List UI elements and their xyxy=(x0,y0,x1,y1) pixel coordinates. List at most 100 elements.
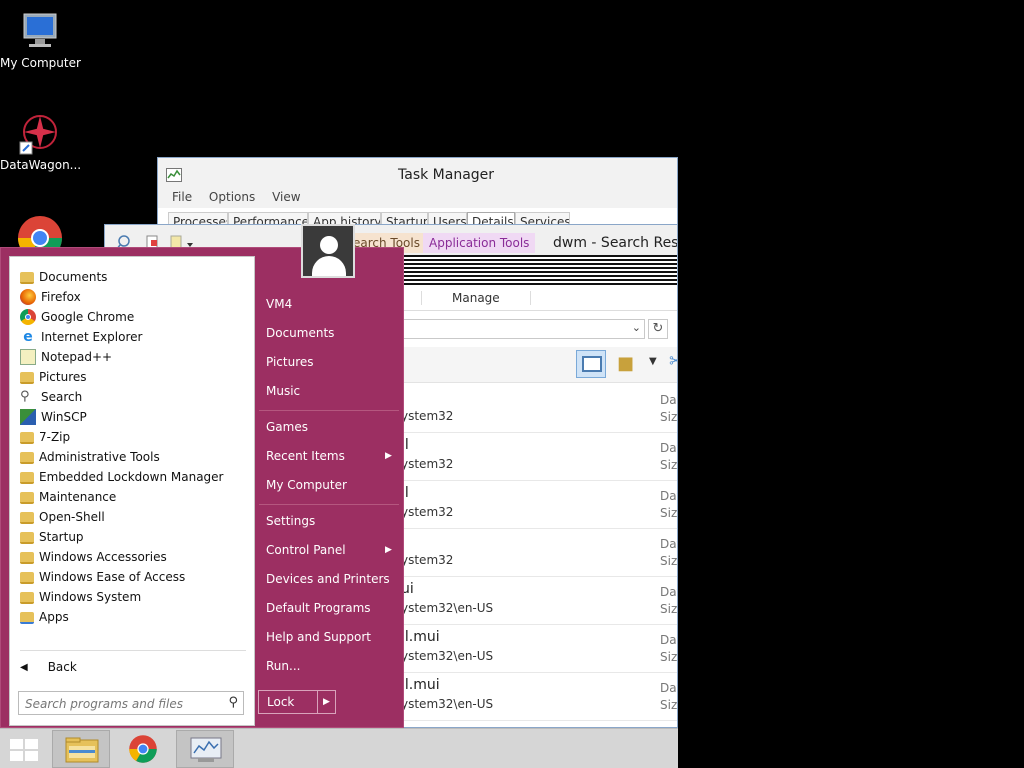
program-7zip[interactable]: 7-Zip xyxy=(20,427,70,447)
file-date-label: Dat xyxy=(660,489,677,503)
search-icon[interactable]: ⚲ xyxy=(228,695,238,710)
scissors-icon[interactable]: ✂ xyxy=(669,351,677,372)
start-menu-settings[interactable]: Settings xyxy=(266,514,315,528)
chevron-down-icon[interactable]: ⌄ xyxy=(632,321,641,334)
computer-icon xyxy=(23,13,57,47)
divider xyxy=(20,650,246,651)
start-menu-my-computer[interactable]: My Computer xyxy=(266,478,347,492)
program-documents[interactable]: Documents xyxy=(20,267,107,287)
file-path: ystem32 xyxy=(401,409,454,423)
file-path: ystem32\en-US xyxy=(401,601,494,615)
shutdown-options-button[interactable]: ▶ xyxy=(317,690,336,714)
program-label: Firefox xyxy=(41,290,81,304)
program-open-shell[interactable]: Open-Shell xyxy=(20,507,105,527)
chevron-down-icon[interactable]: ▼ xyxy=(649,356,657,367)
details-pane-button[interactable] xyxy=(576,350,606,378)
start-menu-games[interactable]: Games xyxy=(266,420,308,434)
program-firefox[interactable]: Firefox xyxy=(20,287,81,307)
task-manager-icon xyxy=(166,168,182,182)
program-label: Maintenance xyxy=(39,490,117,504)
taskbar-task-manager[interactable] xyxy=(176,730,234,768)
search-icon: ⚲ xyxy=(20,389,30,404)
file-explorer-icon xyxy=(65,737,99,763)
chrome-icon xyxy=(129,735,157,763)
tab-application-tools[interactable]: Application Tools xyxy=(423,233,536,253)
file-size-label: Size xyxy=(660,602,678,616)
start-menu-run[interactable]: Run... xyxy=(266,659,300,673)
program-startup[interactable]: Startup xyxy=(20,527,84,547)
menu-view[interactable]: View xyxy=(272,190,300,204)
program-google-chrome[interactable]: Google Chrome xyxy=(20,307,134,327)
program-windows-accessories[interactable]: Windows Accessories xyxy=(20,547,167,567)
apps-icon xyxy=(20,612,34,624)
chevron-right-icon: ▶ xyxy=(385,451,392,461)
back-button[interactable]: ◀ Back xyxy=(20,660,77,674)
start-menu-pictures[interactable]: Pictures xyxy=(266,355,314,369)
file-size-label: Size xyxy=(660,506,678,520)
menu-bar: File Options View xyxy=(158,188,677,208)
program-embedded-lockdown-manager[interactable]: Embedded Lockdown Manager xyxy=(20,467,223,487)
window-title: dwm - Search Resu xyxy=(553,235,678,251)
address-bar[interactable]: ⌄ xyxy=(401,319,645,339)
task-manager-titlebar[interactable]: Task Manager xyxy=(158,158,677,188)
program-label: Windows Ease of Access xyxy=(39,570,186,584)
file-size-label: Size xyxy=(660,698,678,712)
user-avatar[interactable] xyxy=(301,224,355,278)
program-maintenance[interactable]: Maintenance xyxy=(20,487,116,507)
file-path: ystem32\en-US xyxy=(401,697,494,711)
desktop-icon-datawagon[interactable]: DataWagon... xyxy=(0,110,81,172)
program-notepadpp[interactable]: Notepad++ xyxy=(20,347,112,367)
start-menu-help-and-support[interactable]: Help and Support xyxy=(266,630,371,644)
program-internet-explorer[interactable]: e Internet Explorer xyxy=(20,327,142,347)
start-menu-music[interactable]: Music xyxy=(266,384,300,398)
folder-icon xyxy=(20,512,34,524)
start-button[interactable] xyxy=(0,730,48,768)
start-menu-documents[interactable]: Documents xyxy=(266,326,334,340)
lock-button[interactable]: Lock xyxy=(258,690,318,714)
view-options-icon[interactable]: ■ xyxy=(617,353,634,374)
program-search[interactable]: ⚲ Search xyxy=(20,387,82,407)
refresh-icon: ↻ xyxy=(652,321,664,336)
start-menu-user-folder[interactable]: VM4 xyxy=(266,297,292,311)
program-label: Google Chrome xyxy=(41,310,135,324)
program-apps[interactable]: Apps xyxy=(20,607,69,627)
start-menu-control-panel[interactable]: Control Panel xyxy=(266,543,346,557)
refresh-button[interactable]: ↻ xyxy=(648,319,668,339)
ribbon-manage-tab[interactable]: Manage xyxy=(421,291,531,305)
folder-icon xyxy=(20,572,34,584)
taskbar-google-chrome[interactable] xyxy=(114,730,172,768)
winscp-icon xyxy=(20,409,36,425)
program-label: Open-Shell xyxy=(39,510,105,524)
taskbar xyxy=(0,728,678,768)
program-label: Apps xyxy=(39,610,69,624)
folder-icon xyxy=(20,272,34,284)
program-windows-ease-of-access[interactable]: Windows Ease of Access xyxy=(20,567,185,587)
start-menu-devices-and-printers[interactable]: Devices and Printers xyxy=(266,572,390,586)
program-label: Internet Explorer xyxy=(41,330,143,344)
menu-file[interactable]: File xyxy=(172,190,192,204)
start-menu-default-programs[interactable]: Default Programs xyxy=(266,601,371,615)
chrome-icon xyxy=(20,309,36,325)
desktop-icon-label: My Computer xyxy=(0,56,81,70)
search-input[interactable]: Search programs and files ⚲ xyxy=(18,691,244,715)
file-name: ll.mui xyxy=(401,629,440,645)
taskbar-file-explorer[interactable] xyxy=(52,730,110,768)
start-menu-recent-items[interactable]: Recent Items xyxy=(266,449,345,463)
folder-icon xyxy=(20,452,34,464)
program-administrative-tools[interactable]: Administrative Tools xyxy=(20,447,160,467)
program-pictures[interactable]: Pictures xyxy=(20,367,87,387)
back-label: Back xyxy=(47,660,77,674)
folder-icon xyxy=(20,432,34,444)
program-windows-system[interactable]: Windows System xyxy=(20,587,141,607)
file-date-label: Dat xyxy=(660,393,677,407)
program-label: Documents xyxy=(39,270,108,284)
file-date-label: Dat xyxy=(660,537,677,551)
menu-options[interactable]: Options xyxy=(209,190,255,204)
folder-icon xyxy=(20,592,34,604)
program-winscp[interactable]: WinSCP xyxy=(20,407,87,427)
program-label: Startup xyxy=(39,530,84,544)
file-path: ystem32\en-US xyxy=(401,649,494,663)
program-label: Windows System xyxy=(39,590,142,604)
chevron-right-icon: ▶ xyxy=(385,545,392,555)
desktop-icon-my-computer[interactable]: My Computer xyxy=(0,8,81,70)
